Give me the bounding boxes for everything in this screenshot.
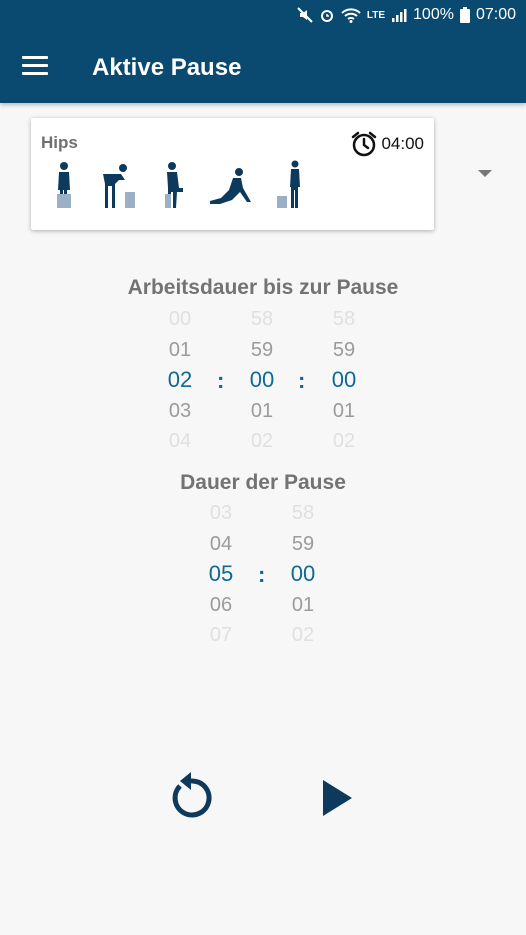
separator: : [298,368,306,393]
picker-value: 01 [291,593,315,616]
picker-value: 58 [291,502,315,524]
hamburger-icon[interactable] [22,56,48,78]
clock: 07:00 [475,6,516,23]
picker-value: 06 [209,593,233,616]
picker-value: 59 [332,338,356,361]
mute-icon [297,7,313,23]
network-type: LTE [366,9,386,21]
app-bar: LTE 100% 07:00 Aktive Pause [0,0,526,103]
alarm-icon [352,131,377,157]
break-duration-label: Dauer der Pause [180,471,346,494]
dropdown-arrow-icon[interactable] [478,170,492,177]
picker-selected-value: 02 [167,367,193,392]
picker-selected-value: 00 [249,367,275,392]
card-duration-value: 04:00 [381,134,424,153]
page-title: Aktive Pause [92,54,242,81]
picker-value: 04 [168,430,192,452]
picker-value: 00 [168,308,192,330]
picker-value: 02 [291,624,315,646]
work-duration-label: Arbeitsdauer bis zur Pause [127,276,399,299]
picker-selected-value: 00 [331,367,357,392]
work-hours-picker[interactable]: 00 01 02 03 04 [160,304,200,457]
battery-percent: 100% [413,6,454,23]
picker-value: 03 [168,399,192,422]
picker-value: 58 [332,308,356,330]
card-title: Hips [41,133,78,152]
alarm-status-icon [320,10,333,22]
separator: : [217,368,225,393]
card-duration: 04:00 [351,131,424,157]
picker-selected-value: 05 [208,561,234,586]
picker-selected-value: 00 [290,561,316,586]
exercise-figure-icon [57,162,71,208]
work-minutes-picker[interactable]: 58 59 00 01 02 [242,304,282,457]
work-seconds-picker[interactable]: 58 59 00 01 02 [324,304,364,457]
reset-icon[interactable] [166,770,216,822]
battery-icon [459,7,470,23]
picker-value: 59 [291,532,315,555]
separator: : [258,562,266,587]
picker-value: 01 [250,399,274,422]
status-bar: LTE 100% 07:00 [0,0,526,33]
exercise-figures [51,160,309,212]
exercise-figure-icon [210,168,251,204]
picker-value: 02 [250,430,274,452]
exercise-card[interactable]: Hips 04:00 [31,118,434,230]
wifi-icon [341,8,361,23]
picker-value: 04 [209,532,233,555]
exercise-figure-icon [103,164,135,208]
picker-value: 03 [209,502,233,524]
exercise-figure-icon [165,162,183,208]
exercise-figure-icon [277,160,300,208]
signal-icon [392,9,407,22]
picker-value: 59 [250,338,274,361]
picker-value: 02 [332,430,356,452]
picker-value: 07 [209,624,233,646]
picker-value: 01 [168,338,192,361]
picker-value: 58 [250,308,274,330]
break-seconds-picker[interactable]: 58 59 00 01 02 [283,498,323,651]
picker-value: 01 [332,399,356,422]
break-minutes-picker[interactable]: 03 04 05 06 07 [201,498,241,651]
play-icon[interactable] [320,778,354,818]
